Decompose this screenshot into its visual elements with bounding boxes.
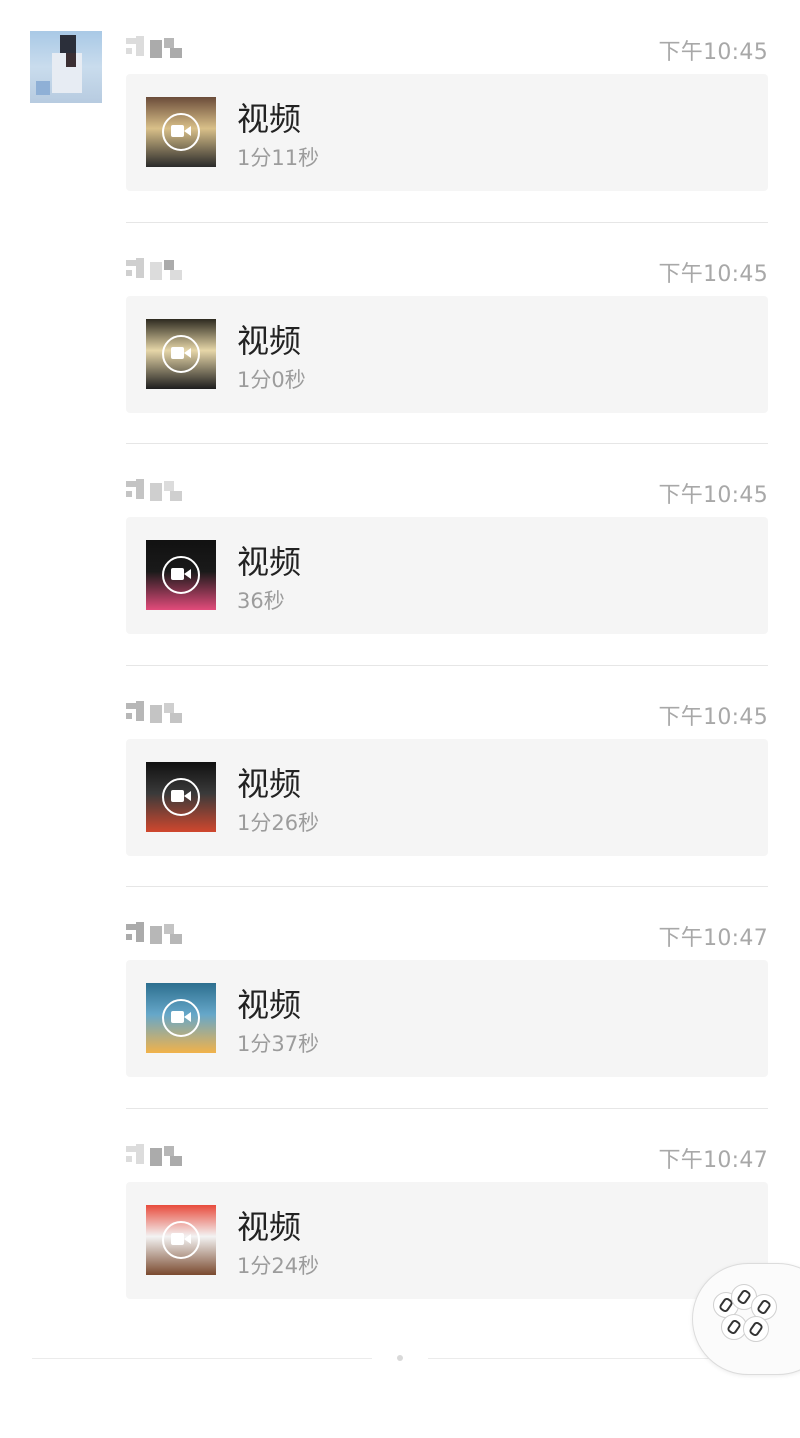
message-entry: 下午10:45 视频 36秒	[126, 443, 768, 665]
video-play-icon	[162, 777, 200, 816]
video-thumbnail[interactable]	[146, 540, 216, 610]
divider	[126, 664, 768, 666]
link-icon	[743, 1316, 769, 1342]
divider	[126, 443, 768, 444]
video-title: 视频	[237, 764, 302, 803]
avatar[interactable]	[30, 31, 102, 103]
sender-name-redacted	[126, 920, 196, 946]
video-thumbnail[interactable]	[146, 1204, 216, 1275]
video-thumbnail[interactable]	[146, 983, 216, 1053]
message-entry: 下午10:45 视频 1分11秒	[126, 0, 768, 222]
divider	[126, 886, 768, 887]
video-message-card[interactable]: 视频 36秒	[126, 517, 768, 634]
video-message-card[interactable]: 视频 1分0秒	[126, 295, 768, 413]
avatar-part	[60, 35, 76, 55]
video-duration: 1分26秒	[237, 810, 320, 835]
video-thumbnail[interactable]	[146, 761, 216, 832]
message-entry: 下午10:47 视频 1分37秒	[126, 886, 768, 1108]
video-duration: 36秒	[237, 589, 285, 613]
video-title: 视频	[237, 986, 302, 1024]
video-thumbnail[interactable]	[146, 97, 216, 167]
video-message-card[interactable]: 视频 1分24秒	[126, 1181, 768, 1299]
message-time: 下午10:45	[658, 483, 768, 508]
video-title: 视频	[237, 321, 302, 360]
sender-name-redacted	[126, 699, 196, 725]
video-thumbnail[interactable]	[146, 318, 216, 389]
message-entry: 下午10:45 视频 1分0秒	[126, 221, 768, 444]
message-time: 下午10:47	[658, 926, 768, 951]
video-title: 视频	[237, 543, 302, 581]
video-duration: 1分0秒	[237, 367, 306, 392]
video-duration: 1分24秒	[237, 1253, 320, 1278]
avatar-part	[66, 53, 76, 67]
video-play-icon	[162, 1220, 200, 1259]
divider	[126, 221, 768, 223]
video-title: 视频	[237, 1207, 302, 1246]
video-play-icon	[162, 113, 200, 151]
video-message-card[interactable]: 视频 1分26秒	[126, 738, 768, 856]
video-play-icon	[162, 556, 200, 594]
message-entry: 下午10:47 视频 1分24秒	[126, 1107, 768, 1330]
video-duration: 1分37秒	[237, 1032, 320, 1056]
message-time: 下午10:45	[658, 261, 768, 287]
message-time: 下午10:45	[658, 704, 768, 730]
video-title: 视频	[237, 100, 302, 138]
floating-link-button[interactable]	[692, 1263, 800, 1375]
video-message-card[interactable]: 视频 1分37秒	[126, 960, 768, 1077]
video-message-card[interactable]: 视频 1分11秒	[126, 74, 768, 191]
message-time: 下午10:45	[658, 40, 768, 65]
sender-name-redacted	[126, 1142, 196, 1168]
video-duration: 1分11秒	[237, 146, 320, 170]
divider	[126, 1107, 768, 1109]
sender-name-redacted	[126, 34, 196, 60]
message-entry: 下午10:45 视频 1分26秒	[126, 664, 768, 887]
sender-name-redacted	[126, 256, 196, 282]
avatar-part	[36, 81, 50, 95]
video-play-icon	[162, 334, 200, 373]
divider	[32, 1358, 372, 1359]
end-indicator	[397, 1355, 403, 1361]
message-time: 下午10:47	[658, 1147, 768, 1173]
video-play-icon	[162, 999, 200, 1037]
sender-name-redacted	[126, 477, 196, 503]
